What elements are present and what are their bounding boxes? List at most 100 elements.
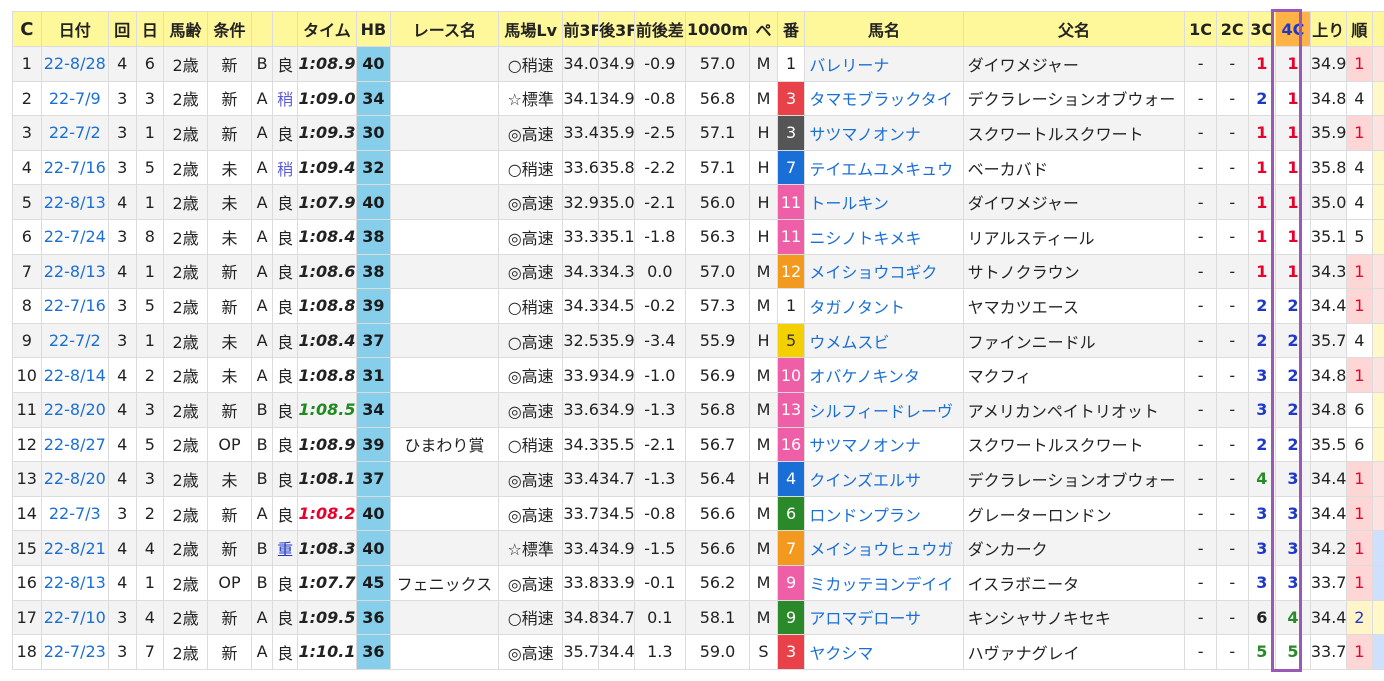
condition-value: 新 — [207, 495, 252, 532]
col-1000m[interactable]: 1000m — [684, 11, 751, 47]
finish-rank: 1 — [1345, 288, 1374, 324]
date-link[interactable]: 22-8/13 — [40, 253, 109, 290]
age-value: 2歳 — [163, 184, 209, 220]
col-4c[interactable]: 4C — [1275, 11, 1311, 47]
table-row[interactable]: 7 22-8/13 4 1 2歳新 A 良 1:08.6 38 ◎高速 34.3 34.3 0.0 57.… — [12, 253, 1384, 290]
date-link[interactable]: 22-7/3 — [40, 495, 109, 532]
corner3-value: 3 — [1247, 495, 1277, 532]
table-row[interactable]: 11 22-8/20 4 3 2歳新 B 良 1:08.5 34 ◎高速 33.6 34.9 -1.3 5… — [12, 391, 1384, 428]
table-row[interactable]: 10 22-8/14 4 2 2歳未 A 良 1:08.8 31 ◎高速 33.9 34.9 -1.0 5… — [12, 357, 1384, 393]
horse-name-link[interactable]: ロンドンプラン — [804, 495, 964, 532]
date-link[interactable]: 22-8/20 — [40, 461, 109, 497]
table-row[interactable]: 2 22-7/9 3 3 2歳新 A 稍 1:09.0 34 ☆標準 34.1 34.9 -0.8 56.… — [12, 80, 1384, 117]
col-horse-name[interactable]: 馬名 — [804, 11, 964, 47]
col-sire[interactable]: 父名 — [962, 11, 1186, 47]
horse-name-link[interactable]: サツマノオンナ — [804, 115, 964, 151]
diff-value: 1.3 — [633, 634, 686, 670]
date-link[interactable]: 22-8/28 — [40, 46, 109, 82]
col-hb[interactable]: HB — [356, 11, 391, 47]
race-name: ひまわり賞 — [389, 426, 500, 463]
horse-name-link[interactable]: トールキン — [804, 184, 964, 220]
horse-number-badge: 9 — [776, 599, 806, 636]
table-row[interactable]: 14 22-7/3 3 2 2歳新 A 良 1:08.2 40 ◎高速 33.7 34.5 -0.8 56… — [12, 495, 1384, 532]
horse-name-link[interactable]: ニシノトキメキ — [804, 218, 964, 255]
date-link[interactable]: 22-8/20 — [40, 391, 109, 428]
col-3c[interactable]: 3C — [1247, 11, 1277, 47]
table-row[interactable]: 4 22-7/16 3 5 2歳未 A 稍 1:09.4 32 ○稍速 33.6 35.8 -2.2 57… — [12, 149, 1384, 186]
horse-name-link[interactable]: ミカッテヨンデイイ — [804, 564, 964, 601]
date-link[interactable]: 22-7/16 — [40, 288, 109, 324]
date-link[interactable]: 22-7/10 — [40, 599, 109, 636]
horse-name-link[interactable]: シルフィードレーヴ — [804, 391, 964, 428]
col-first3f[interactable]: 前3F — [562, 11, 600, 47]
date-link[interactable]: 22-8/21 — [40, 530, 109, 566]
horse-name-link[interactable]: タガノタント — [804, 288, 964, 324]
col-diff[interactable]: 前後差 — [633, 11, 686, 47]
reload-icon[interactable]: C — [12, 11, 42, 47]
horse-name-link[interactable]: アロマデローサ — [804, 599, 964, 636]
date-link[interactable]: 22-8/13 — [40, 184, 109, 220]
corner3-value: 3 — [1247, 391, 1277, 428]
col-day[interactable]: 日 — [135, 11, 165, 47]
diff-value: -0.2 — [633, 288, 686, 324]
date-link[interactable]: 22-7/2 — [40, 322, 109, 359]
table-row[interactable]: 12 22-8/27 4 5 2歳 OP B 良 1:08.9 39 ひまわり賞 ○稍速 34.3 35.… — [12, 426, 1384, 463]
horse-name-link[interactable]: クインズエルサ — [804, 461, 964, 497]
table-row[interactable]: 5 22-8/13 4 1 2歳未 A 良 1:07.9 40 ◎高速 32.9 35.0 -2.1 56… — [12, 184, 1384, 220]
date-link[interactable]: 22-7/24 — [40, 218, 109, 255]
col-age[interactable]: 馬齢 — [163, 11, 209, 47]
col-2c[interactable]: 2C — [1215, 11, 1249, 47]
date-link[interactable]: 22-8/13 — [40, 564, 109, 601]
corner1-value: - — [1184, 599, 1217, 636]
table-row[interactable]: 18 22-7/23 3 7 2歳新 A 良 1:10.1 36 ◎高速 35.7 34.4 1.3 59… — [12, 634, 1384, 670]
table-row[interactable]: 16 22-8/13 4 1 2歳 OP B 良 1:07.7 45 フェニックス ◎高速 33.8 33… — [12, 564, 1384, 601]
col-condition[interactable]: 条件 — [207, 11, 252, 47]
col-agari[interactable]: 上り — [1309, 11, 1347, 47]
col-track-level[interactable]: 馬場Lv — [498, 11, 564, 47]
corner4-value: 1 — [1275, 46, 1311, 82]
date-link[interactable]: 22-7/2 — [40, 115, 109, 151]
col-pace[interactable]: ペ — [749, 11, 778, 47]
corner4-value: 1 — [1275, 218, 1311, 255]
date-link[interactable]: 22-8/14 — [40, 357, 109, 393]
horse-name-link[interactable]: テイエムユメキュウ — [804, 149, 964, 186]
horse-name-link[interactable]: バレリーナ — [804, 46, 964, 82]
col-last3f[interactable]: 後3F — [598, 11, 635, 47]
col-date[interactable]: 日付 — [40, 11, 109, 47]
table-row[interactable]: 9 22-7/2 3 1 2歳未 A 良 1:08.4 37 ○高速 32.5 35.9 -3.4 55.… — [12, 322, 1384, 359]
col-1c[interactable]: 1C — [1184, 11, 1217, 47]
horse-name-link[interactable]: ウメムスビ — [804, 322, 964, 359]
horse-name-link[interactable]: ヤクシマ — [804, 634, 964, 670]
date-link[interactable]: 22-7/16 — [40, 149, 109, 186]
diff-value: -0.9 — [633, 46, 686, 82]
table-row[interactable]: 13 22-8/20 4 3 2歳未 B 良 1:08.1 37 ◎高速 33.4 34.7 -1.3 5… — [12, 461, 1384, 497]
horse-name-link[interactable]: オバケノキンタ — [804, 357, 964, 393]
horse-name-link[interactable]: サツマノオンナ — [804, 426, 964, 463]
date-link[interactable]: 22-7/9 — [40, 80, 109, 117]
table-row[interactable]: 15 22-8/21 4 4 2歳新 B 重 1:08.3 40 ☆標準 33.4 34.9 -1.5 5… — [12, 530, 1384, 566]
table-row[interactable]: 3 22-7/2 3 1 2歳新 A 良 1:09.3 30 ◎高速 33.4 35.9 -2.5 57.… — [12, 115, 1384, 151]
condition-value: 未 — [207, 461, 252, 497]
table-row[interactable]: 8 22-7/16 3 5 2歳新 A 良 1:08.8 39 ○稍速 34.3 34.5 -0.2 57… — [12, 288, 1384, 324]
horse-name-link[interactable]: タマモブラックタイ — [804, 80, 964, 117]
condition-value: 新 — [207, 288, 252, 324]
col-time[interactable]: タイム — [296, 11, 358, 47]
table-row[interactable]: 1 22-8/28 4 6 2歳新 B 良 1:08.9 40 ○稍速 34.0 34.9 -0.9 57… — [12, 46, 1384, 82]
table-row[interactable]: 17 22-7/10 3 4 2歳新 A 良 1:09.5 36 ○稍速 34.8 34.7 0.1 58… — [12, 599, 1384, 636]
horse-name-link[interactable]: メイショウコギク — [804, 253, 964, 290]
table-row[interactable]: 6 22-7/24 3 8 2歳未 A 良 1:08.4 38 ◎高速 33.3 35.1 -1.8 56… — [12, 218, 1384, 255]
horse-number-badge: 1 — [776, 46, 806, 82]
col-race-name[interactable]: レース名 — [389, 11, 500, 47]
corner1-value: - — [1184, 218, 1217, 255]
corner1-value: - — [1184, 80, 1217, 117]
age-value: 2歳 — [163, 253, 209, 290]
date-link[interactable]: 22-8/27 — [40, 426, 109, 463]
col-rank[interactable]: 順 — [1345, 11, 1374, 47]
date-link[interactable]: 22-7/23 — [40, 634, 109, 670]
col-number[interactable]: 番 — [776, 11, 806, 47]
col-kai[interactable]: 回 — [107, 11, 137, 47]
corner2-value: - — [1215, 391, 1249, 428]
condition-value: 新 — [207, 115, 252, 151]
horse-name-link[interactable]: メイショウヒュウガ — [804, 530, 964, 566]
1000m-value: 56.6 — [684, 530, 751, 566]
